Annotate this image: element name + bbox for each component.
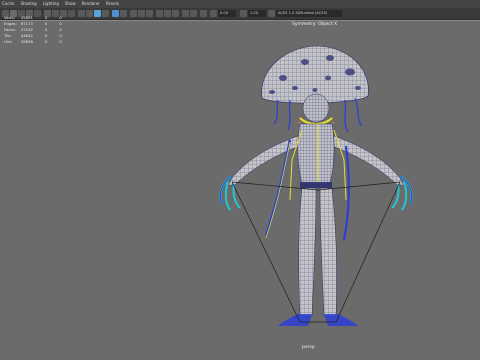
torso (297, 123, 335, 185)
side-tentacle-right (342, 145, 350, 241)
camera-name-label: persp (302, 345, 315, 350)
belt (300, 182, 332, 188)
right-arm (331, 135, 405, 187)
head (302, 93, 330, 123)
right-foot (324, 314, 358, 326)
symmetry-label: Symmetry: Object X (292, 22, 338, 27)
left-foot (278, 314, 312, 326)
right-leg (319, 187, 338, 317)
character-model[interactable] (0, 0, 480, 360)
left-leg (298, 187, 317, 317)
